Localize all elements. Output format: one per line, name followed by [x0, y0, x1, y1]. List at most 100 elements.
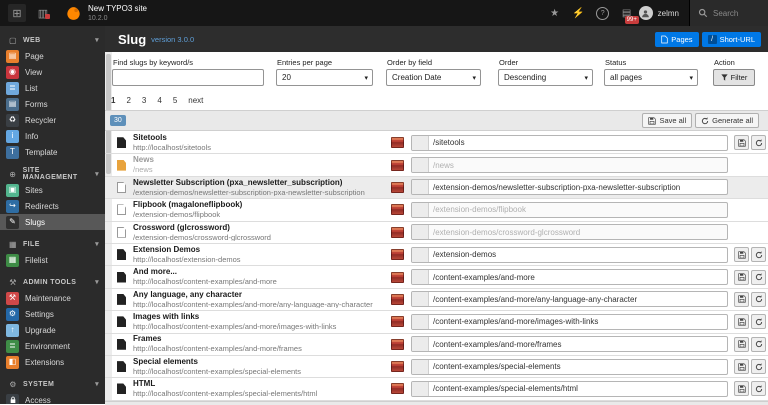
sidebar-item-maintenance[interactable]: ⚒Maintenance	[0, 290, 105, 306]
regenerate-button[interactable]	[751, 314, 766, 329]
page-link-2[interactable]: 2	[126, 96, 130, 105]
save-button[interactable]	[734, 381, 749, 396]
regenerate-button[interactable]	[751, 292, 766, 307]
slug-input[interactable]	[429, 292, 727, 306]
sidebar-item-page[interactable]: ▤Page	[0, 48, 105, 64]
regenerate-button[interactable]	[751, 359, 766, 374]
section-admin-tools[interactable]: ⚒ ADMIN TOOLS ▾	[0, 274, 105, 290]
regenerate-button[interactable]	[751, 135, 766, 150]
slug-prefix-addon	[412, 180, 429, 194]
filter-button[interactable]: Filter	[713, 69, 755, 86]
row-title: News	[133, 156, 391, 164]
slug-input	[429, 158, 727, 172]
slug-input[interactable]	[429, 360, 727, 374]
page-icon	[117, 137, 126, 148]
sidebar-item-recycler[interactable]: ♻Recycler	[0, 112, 105, 128]
orderfield-label: Order by field	[387, 58, 432, 67]
topbar-search[interactable]: Search	[689, 0, 768, 26]
section-site-management[interactable]: ⊕ SITE MANAGEMENT ▾	[0, 166, 105, 182]
row-title: And more...	[133, 268, 391, 276]
upgrade-arrow-icon: ↑	[6, 324, 19, 337]
sidebar-item-extensions[interactable]: ◧Extensions	[0, 354, 105, 370]
generate-all-button[interactable]: Generate all	[695, 113, 759, 128]
chevron-down-icon[interactable]: ▾	[95, 36, 99, 44]
regenerate-button[interactable]	[751, 247, 766, 262]
module-menu-icon[interactable]: ⊞	[8, 4, 26, 22]
notification-dot	[45, 14, 50, 19]
save-button[interactable]	[734, 135, 749, 150]
chevron-down-icon[interactable]: ▾	[95, 170, 99, 178]
sidebar-item-redirects[interactable]: ↪Redirects	[0, 198, 105, 214]
section-file[interactable]: ▦ FILE ▾	[0, 236, 105, 252]
save-button[interactable]	[734, 292, 749, 307]
row-path: /extension-demos/newsletter-subscription…	[133, 189, 391, 197]
section-web[interactable]: ▢ WEB ▾	[0, 32, 105, 48]
sidebar-item-upgrade[interactable]: ↑Upgrade	[0, 322, 105, 338]
save-icon	[738, 318, 746, 326]
row-path: /extension-demos/crossword-glcrossword	[133, 234, 391, 242]
short-url-button[interactable]: / Short-URL	[702, 32, 761, 47]
typo3-logo[interactable]	[66, 6, 81, 21]
sidebar-item-info[interactable]: iInfo	[0, 128, 105, 144]
save-button[interactable]	[734, 337, 749, 352]
keyword-input[interactable]	[112, 69, 264, 86]
filelist-module-icon: ▦	[6, 254, 19, 267]
sidebar-item-settings[interactable]: ⚙Settings	[0, 306, 105, 322]
sidebar-item-view[interactable]: ◉View	[0, 64, 105, 80]
slug-input[interactable]	[429, 382, 727, 396]
sidebar-item-template[interactable]: TTemplate	[0, 144, 105, 160]
refresh-icon	[755, 318, 763, 326]
page-link-1[interactable]: 1	[111, 96, 115, 105]
section-system[interactable]: ⚙ SYSTEM ▾	[0, 376, 105, 392]
save-button[interactable]	[734, 270, 749, 285]
row-title: Crossword (glcrossword)	[133, 224, 391, 232]
page-link-3[interactable]: 3	[142, 96, 146, 105]
system-section-icon: ⚙	[6, 380, 20, 389]
clear-cache-bolt-icon[interactable]: ⚡	[567, 0, 591, 26]
page-link-next[interactable]: next	[188, 96, 203, 105]
save-button[interactable]	[734, 359, 749, 374]
save-button[interactable]	[734, 314, 749, 329]
save-all-button[interactable]: Save all	[642, 113, 692, 128]
record-icon	[391, 227, 404, 238]
opendocs-icon[interactable]: ▤ 99+	[615, 0, 639, 26]
regenerate-button[interactable]	[751, 337, 766, 352]
sidebar-item-filelist[interactable]: ▦Filelist	[0, 252, 105, 268]
page-link-4[interactable]: 4	[157, 96, 161, 105]
page-link-5[interactable]: 5	[173, 96, 177, 105]
chevron-down-icon: ▾	[472, 74, 476, 82]
user-menu[interactable]: zelmn	[639, 0, 689, 26]
regenerate-button[interactable]	[751, 270, 766, 285]
toolbar-collapse-icon[interactable]: ▥	[34, 4, 52, 22]
module-version: version 3.0.0	[151, 35, 194, 44]
sidebar-item-access[interactable]: Access	[0, 392, 105, 404]
sidebar-item-forms[interactable]: ▤Forms	[0, 96, 105, 112]
slug-input[interactable]	[429, 248, 727, 262]
save-button[interactable]	[734, 247, 749, 262]
chevron-down-icon[interactable]: ▾	[95, 240, 99, 248]
status-select[interactable]: all pages▾	[604, 69, 698, 86]
sidebar-item-sites[interactable]: ▣Sites	[0, 182, 105, 198]
slug-prefix-addon	[412, 136, 429, 150]
slug-input[interactable]	[429, 337, 727, 351]
pages-button[interactable]: Pages	[655, 32, 698, 47]
list-toolbar: 30 Save all Generate all	[105, 110, 768, 131]
table-row: Any language, any characterhttp://localh…	[105, 289, 768, 311]
chevron-down-icon[interactable]: ▾	[95, 278, 99, 286]
slug-input[interactable]	[429, 136, 727, 150]
regenerate-button[interactable]	[751, 381, 766, 396]
orderfield-select[interactable]: Creation Date▾	[386, 69, 481, 86]
slug-input[interactable]	[429, 315, 727, 329]
slug-input[interactable]	[429, 270, 727, 284]
recycler-trash-icon: ♻	[6, 114, 19, 127]
order-select[interactable]: Descending▾	[498, 69, 593, 86]
chevron-down-icon[interactable]: ▾	[95, 380, 99, 388]
save-icon	[738, 251, 746, 259]
sidebar-item-slugs[interactable]: ✎Slugs	[0, 214, 105, 230]
entries-select[interactable]: 20▾	[276, 69, 373, 86]
sidebar-item-environment[interactable]: ≣Environment	[0, 338, 105, 354]
help-icon[interactable]: ?	[591, 0, 615, 26]
slug-prefix-addon	[412, 337, 429, 351]
bookmark-star-icon[interactable]: ★	[543, 0, 567, 26]
sidebar-item-list[interactable]: ≣List	[0, 80, 105, 96]
